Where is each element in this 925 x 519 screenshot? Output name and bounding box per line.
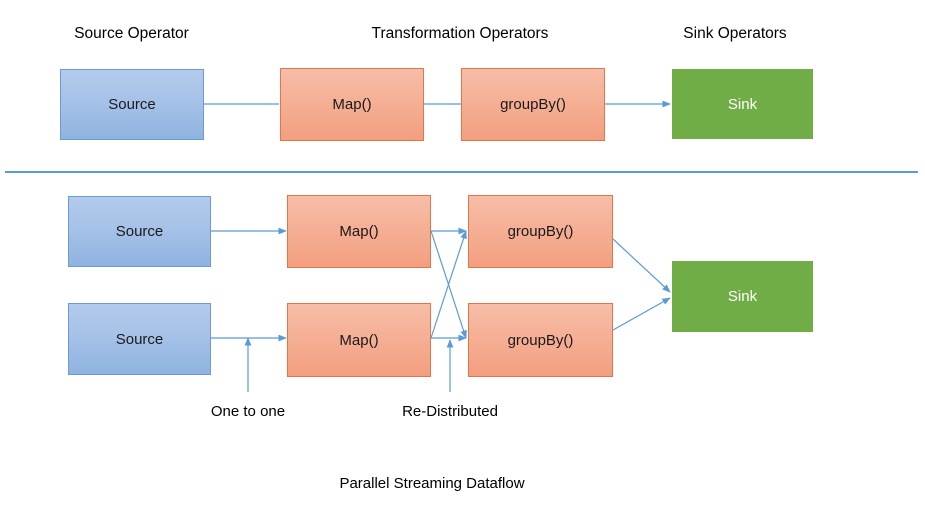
section-divider — [5, 171, 918, 173]
header-transformation-operators: Transformation Operators — [371, 25, 549, 42]
edge-lane1-map-to-lane2-groupby — [430, 230, 467, 339]
node-label: Source — [115, 223, 164, 240]
node-label: Source — [108, 96, 156, 113]
diagram-caption: Parallel Streaming Dataflow — [339, 475, 525, 492]
node-label: Map() — [339, 331, 379, 349]
diagram-canvas: Source Operator Transformation Operators… — [0, 0, 925, 519]
node-label: Sink — [727, 95, 758, 113]
node-label: groupBy() — [507, 223, 574, 240]
bottom-node-sink[interactable]: Sink — [672, 261, 813, 332]
top-node-source[interactable]: Source — [60, 69, 204, 140]
lane1-node-source[interactable]: Source — [68, 196, 211, 267]
top-node-map[interactable]: Map() — [280, 68, 424, 141]
lane2-node-groupby[interactable]: groupBy() — [468, 303, 613, 377]
node-label: Map() — [332, 96, 372, 113]
lane2-node-source[interactable]: Source — [68, 303, 211, 375]
lane2-node-map[interactable]: Map() — [287, 303, 431, 377]
header-sink-operators: Sink Operators — [683, 25, 787, 42]
top-node-groupby[interactable]: groupBy() — [461, 68, 605, 141]
lane1-node-groupby[interactable]: groupBy() — [468, 195, 613, 268]
node-label: Map() — [339, 223, 379, 240]
top-node-sink[interactable]: Sink — [672, 69, 813, 139]
lane1-node-map[interactable]: Map() — [287, 195, 431, 268]
header-source-operator: Source Operator — [74, 25, 189, 42]
node-label: Source — [115, 330, 164, 348]
edge-lane2-groupby-to-sink — [612, 297, 671, 331]
edge-lane1-groupby-to-sink — [612, 238, 671, 293]
edge-lane2-map-to-lane1-groupby — [430, 230, 467, 339]
node-label: groupBy() — [507, 331, 574, 349]
node-label: Sink — [727, 288, 758, 305]
annotation-redistributed: Re-Distributed — [402, 403, 498, 420]
node-label: groupBy() — [500, 96, 566, 113]
annotation-one-to-one: One to one — [210, 403, 286, 420]
